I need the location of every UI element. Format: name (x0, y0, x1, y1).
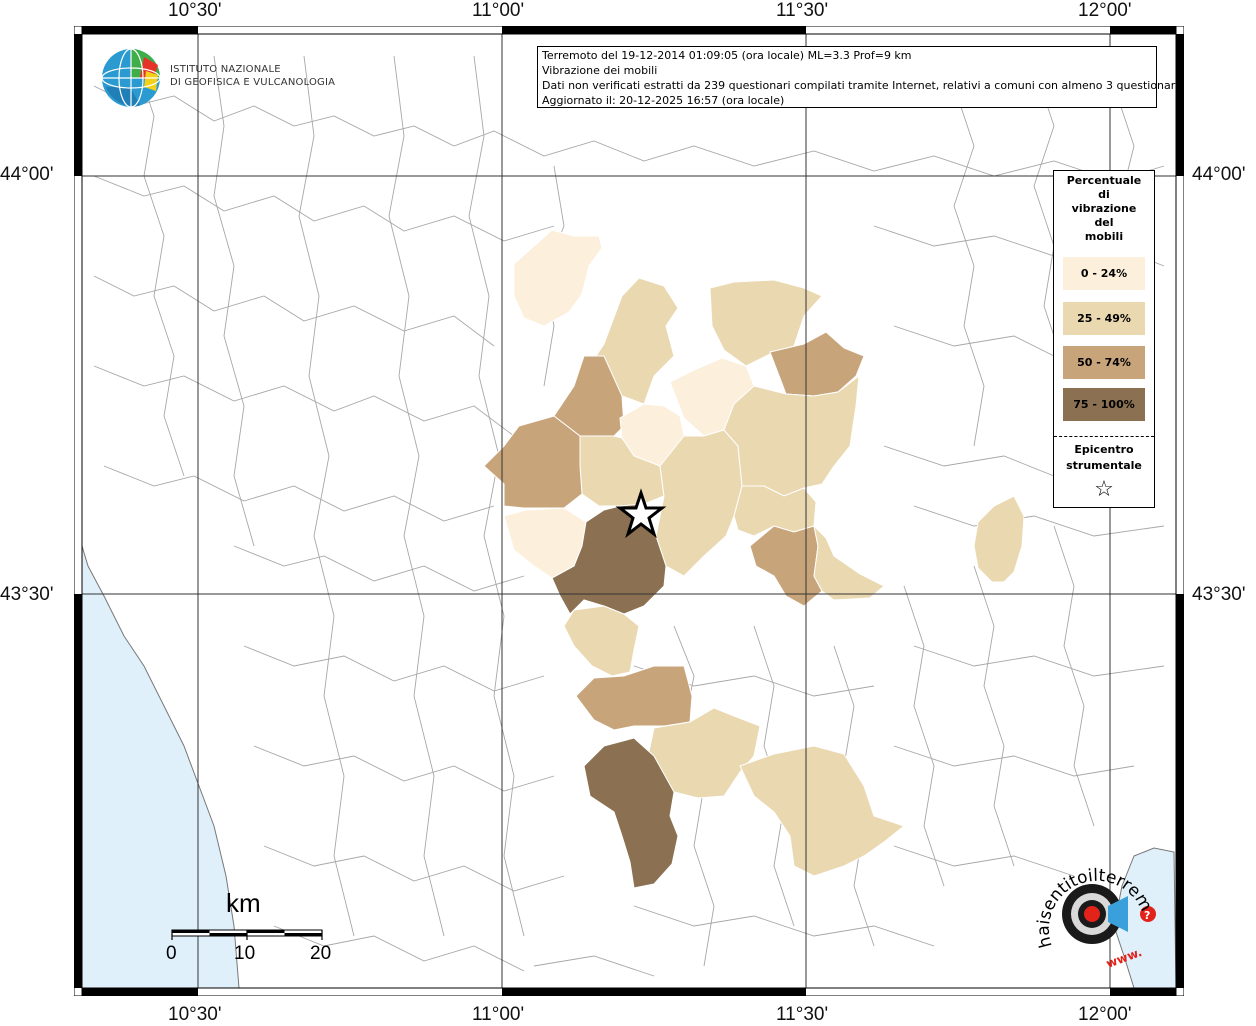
legend-title-line: di (1098, 188, 1110, 201)
legend-title-line: del (1094, 216, 1114, 229)
lon-label-bottom-1030: 10°30' (168, 1004, 222, 1025)
lon-label-top-1030: 10°30' (168, 0, 222, 21)
legend-class-label: 0 - 24% (1080, 267, 1128, 280)
ingv-line-2: DI GEOFISICA E VULCANOLOGIA (170, 77, 336, 88)
map-canvas[interactable] (74, 26, 1184, 996)
legend-class-label: 50 - 74% (1077, 356, 1131, 369)
legend-class-75-100: 75 - 100% (1063, 388, 1145, 421)
legend-epicenter-line-1: Epicentro (1074, 443, 1134, 456)
scale-bar (171, 929, 323, 940)
legend-class-label: 25 - 49% (1077, 312, 1131, 325)
lon-label-bottom-1200: 12°00' (1078, 1004, 1132, 1025)
legend: Percentuale di vibrazione del mobili 0 -… (1053, 170, 1155, 508)
legend-separator (1054, 436, 1154, 437)
legend-star-icon: ☆ (1094, 477, 1114, 502)
legend-title-line: mobili (1084, 230, 1124, 243)
event-info-box: Terremoto del 19-12-2014 01:09:05 (ora l… (537, 46, 1182, 108)
legend-class-0-24: 0 - 24% (1063, 257, 1145, 290)
legend-class-50-74: 50 - 74% (1063, 346, 1145, 379)
lon-label-bottom-1130: 11°30' (776, 1004, 829, 1025)
lon-label-bottom-1100: 11°00' (472, 1004, 525, 1025)
scale-unit: km (226, 888, 261, 918)
legend-epicenter-line-2: strumentale (1066, 459, 1142, 472)
lon-label-top-1130: 11°30' (776, 0, 829, 21)
lon-label-top-1200: 12°00' (1078, 0, 1132, 21)
legend-title: Percentuale di vibrazione del mobili (1054, 174, 1154, 244)
scale-tick-20: 20 (310, 943, 332, 964)
lat-label-right-4400: 44°00' (1192, 164, 1246, 185)
legend-title-line: vibrazione (1071, 202, 1137, 215)
lat-label-left-4400: 44°00' (0, 164, 54, 185)
ingv-logo-globe-icon (101, 48, 161, 108)
legend-class-label: 75 - 100% (1073, 398, 1135, 411)
legend-epicenter-label: Epicentro strumentale (1054, 442, 1154, 474)
event-line-3: Dati non verificati estratti da 239 ques… (542, 79, 1182, 92)
scale-tick-0: 0 (166, 943, 177, 964)
lon-label-top-1100: 11°00' (472, 0, 525, 21)
event-line-2: Vibrazione dei mobili (542, 64, 658, 77)
scale-tick-10: 10 (234, 943, 256, 964)
legend-title-line: Percentuale (1066, 174, 1142, 187)
ingv-logo-text: ISTITUTO NAZIONALE DI GEOFISICA E VULCAN… (170, 63, 335, 89)
haisentitoilterremoto-logo[interactable]: ? haisentitoilterremoto.it www. (1030, 850, 1170, 980)
lat-label-right-4330: 43°30' (1192, 584, 1246, 605)
event-line-1: Terremoto del 19-12-2014 01:09:05 (ora l… (542, 49, 912, 62)
lat-label-left-4330: 43°30' (0, 584, 54, 605)
legend-class-25-49: 25 - 49% (1063, 302, 1145, 335)
event-line-4: Aggiornato il: 20-12-2025 16:57 (ora loc… (542, 94, 785, 107)
badge-www: www. (1104, 945, 1144, 971)
ingv-line-1: ISTITUTO NAZIONALE (170, 64, 281, 75)
